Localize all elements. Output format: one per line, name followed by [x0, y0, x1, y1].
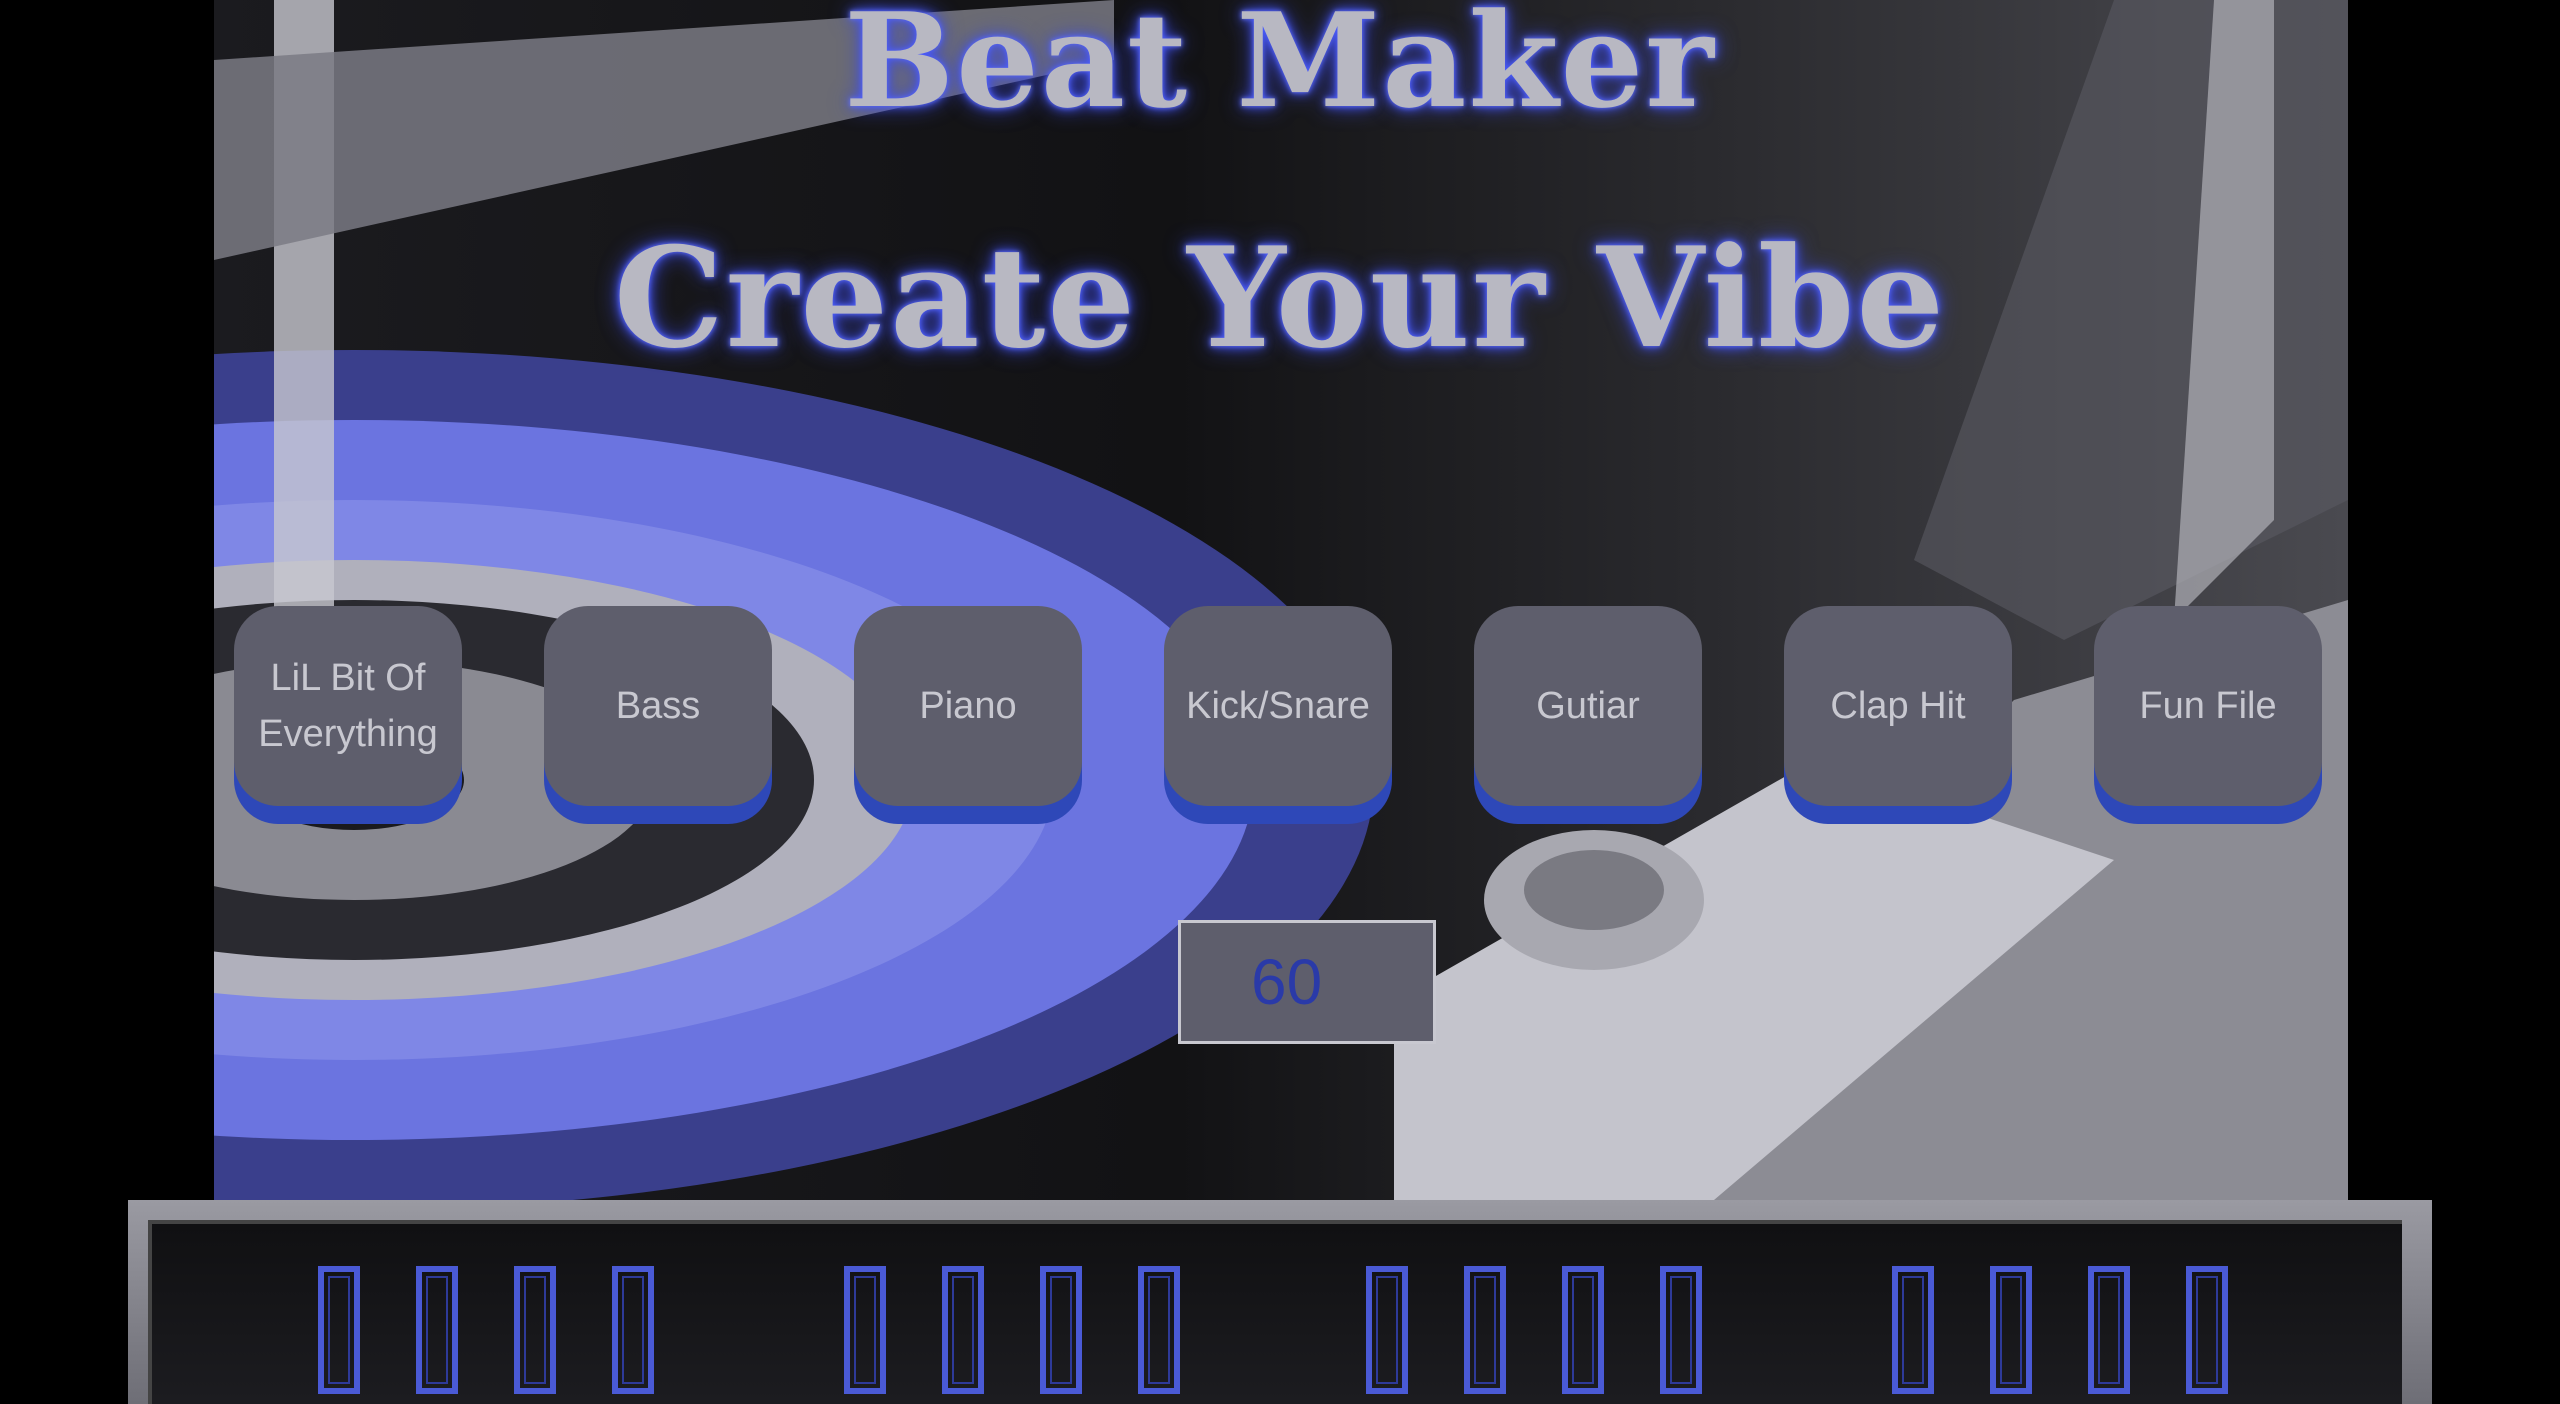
sequencer-grid [148, 1220, 2402, 1404]
sequencer-step[interactable] [2088, 1266, 2130, 1394]
sequencer-step[interactable] [1464, 1266, 1506, 1394]
instrument-button-gutiar[interactable]: Gutiar [1474, 606, 1702, 806]
instrument-button-fun-file[interactable]: Fun File [2094, 606, 2322, 806]
page-title: Beat Maker [844, 0, 1716, 137]
instrument-button-kick-snare[interactable]: Kick/Snare [1164, 606, 1392, 806]
instrument-button-row: LiL Bit Of Everything Bass Piano Kick/Sn… [234, 606, 2328, 824]
sequencer-step[interactable] [1660, 1266, 1702, 1394]
sequencer-step[interactable] [1562, 1266, 1604, 1394]
tempo-input[interactable]: 60 [1178, 920, 1436, 1044]
sequencer-step[interactable] [1366, 1266, 1408, 1394]
sequencer-step[interactable] [514, 1266, 556, 1394]
instrument-button-bass[interactable]: Bass [544, 606, 772, 806]
instrument-button-piano[interactable]: Piano [854, 606, 1082, 806]
sequencer-step[interactable] [318, 1266, 360, 1394]
sequencer-step[interactable] [942, 1266, 984, 1394]
sequencer-step[interactable] [416, 1266, 458, 1394]
sequencer-step[interactable] [2186, 1266, 2228, 1394]
sequencer-step[interactable] [1892, 1266, 1934, 1394]
sequencer-step[interactable] [1138, 1266, 1180, 1394]
sequencer-step[interactable] [1990, 1266, 2032, 1394]
sequencer-step[interactable] [844, 1266, 886, 1394]
page-subtitle: Create Your Vibe [613, 216, 1947, 379]
sequencer-step[interactable] [1040, 1266, 1082, 1394]
sequencer-step[interactable] [612, 1266, 654, 1394]
sequencer-panel [128, 1200, 2432, 1404]
instrument-button-clap-hit[interactable]: Clap Hit [1784, 606, 2012, 806]
instrument-button-lil-bit-of-everything[interactable]: LiL Bit Of Everything [234, 606, 462, 806]
